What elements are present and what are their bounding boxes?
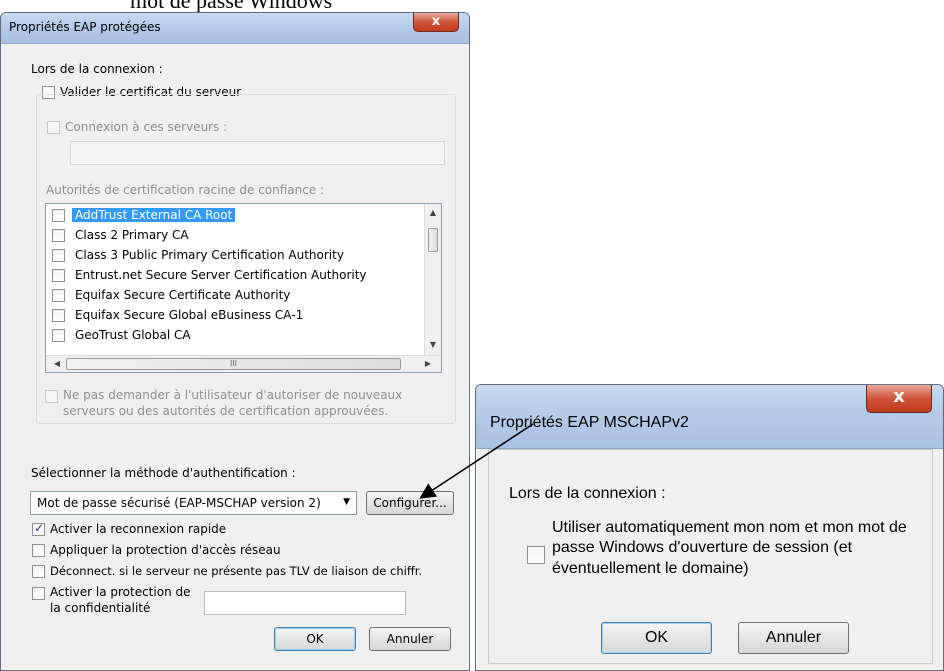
auth-method-value: Mot de passe sécurisé (EAP-MSCHAP versio… (37, 496, 321, 510)
scroll-right-icon[interactable]: ▶ (423, 359, 433, 368)
on-connect-label: Lors de la connexion : (31, 62, 163, 76)
trusted-roots-list[interactable]: AddTrust External CA Root Class 2 Primar… (45, 203, 442, 373)
cert-label: Equifax Secure Certificate Authority (75, 288, 291, 302)
eap-dialog-titlebar[interactable]: Propriétés EAP protégées x (1, 13, 469, 44)
auto-logon-label-line1: Utiliser automatiquement mon nom et mon … (552, 519, 907, 536)
auto-logon-label-line2: passe Windows d'ouverture de session (et (552, 539, 853, 556)
identity-input[interactable] (204, 591, 406, 615)
mschap-on-connect-label: Lors de la connexion : (509, 485, 666, 502)
cert-checkbox[interactable] (52, 209, 65, 222)
vscroll-thumb[interactable] (428, 228, 438, 252)
cert-label: Entrust.net Secure Server Certification … (75, 268, 367, 282)
disconnect-tlv-checkbox[interactable] (32, 565, 45, 578)
cert-label: GeoTrust Global CA (75, 328, 191, 342)
eap-dialog-body: Lors de la connexion : Valider le certif… (9, 44, 461, 664)
mschap-dialog-body: Lors de la connexion : Utiliser automati… (488, 449, 933, 664)
close-icon: x (893, 386, 905, 407)
identity-privacy-label-line2: la confidentialité (50, 601, 151, 615)
no-prompt-label-line1: Ne pas demander à l'utilisateur d'autori… (63, 388, 403, 402)
cert-label: Class 2 Primary CA (75, 228, 189, 242)
cancel-button-label: Annuler (386, 632, 434, 646)
cert-checkbox[interactable] (52, 309, 65, 322)
ok-button[interactable]: OK (274, 627, 356, 651)
close-icon: x (431, 14, 441, 29)
disconnect-tlv-label: Déconnect. si le serveur ne présente pas… (50, 564, 423, 578)
ok-button-label: OK (306, 632, 324, 646)
cert-label: Equifax Secure Global eBusiness CA-1 (75, 308, 304, 322)
identity-privacy-checkbox[interactable] (32, 587, 45, 600)
no-prompt-checkbox[interactable] (45, 390, 58, 403)
nap-label: Appliquer la protection d'accès réseau (50, 543, 281, 557)
auto-logon-checkbox[interactable] (527, 546, 545, 564)
eap-dialog-title: Propriétés EAP protégées (9, 20, 161, 34)
nap-checkbox[interactable] (32, 544, 45, 557)
trusted-roots-label: Autorités de certification racine de con… (46, 183, 325, 197)
mschap-dialog-title: Propriétés EAP MSCHAPv2 (490, 414, 689, 431)
cert-checkbox[interactable] (52, 269, 65, 282)
eap-close-button[interactable]: x (413, 13, 459, 32)
mschapv2-properties-dialog: Propriétés EAP MSCHAPv2 x Lors de la con… (475, 384, 944, 671)
cert-list-hscrollbar[interactable]: ◀ III ▶ (46, 355, 441, 372)
connect-servers-checkbox[interactable] (47, 121, 60, 134)
cancel-button[interactable]: Annuler (369, 627, 451, 651)
cert-label: Class 3 Public Primary Certification Aut… (75, 248, 344, 262)
servers-input[interactable] (70, 141, 445, 165)
scroll-down-icon[interactable]: ▼ (425, 340, 441, 349)
identity-privacy-label-line1: Activer la protection de (50, 585, 191, 599)
cert-label: AddTrust External CA Root (72, 208, 236, 222)
cert-checkbox[interactable] (52, 249, 65, 262)
cert-checkbox[interactable] (52, 329, 65, 342)
auth-method-select[interactable]: Mot de passe sécurisé (EAP-MSCHAP versio… (30, 491, 357, 515)
connect-servers-label: Connexion à ces serveurs : (65, 120, 228, 134)
mschap-ok-button[interactable]: OK (601, 622, 712, 654)
mschap-cancel-button-label: Annuler (765, 629, 822, 646)
configure-button-label: Configurer... (373, 496, 447, 510)
cert-checkbox[interactable] (52, 289, 65, 302)
auth-method-label: Sélectionner la méthode d'authentificati… (31, 466, 296, 480)
eap-properties-dialog: Propriétés EAP protégées x Lors de la co… (0, 12, 470, 671)
cert-list-vscrollbar[interactable]: ▲ ▼ (424, 204, 441, 355)
scroll-left-icon[interactable]: ◀ (52, 359, 62, 368)
no-prompt-label-line2: serveurs ou des autorités de certificati… (63, 404, 389, 418)
chevron-down-icon: ▼ (343, 497, 350, 507)
scroll-up-icon[interactable]: ▲ (425, 208, 441, 217)
hscroll-thumb[interactable]: III (66, 358, 401, 370)
hscroll-grip-icon: III (229, 359, 238, 368)
mschap-dialog-titlebar[interactable]: Propriétés EAP MSCHAPv2 x (476, 385, 943, 449)
fast-reconnect-label: Activer la reconnexion rapide (50, 522, 227, 536)
mschap-close-button[interactable]: x (866, 385, 932, 413)
fast-reconnect-checkbox[interactable] (32, 521, 45, 536)
mschap-ok-button-label: OK (644, 629, 669, 646)
mschap-cancel-button[interactable]: Annuler (738, 622, 849, 654)
cert-checkbox[interactable] (52, 229, 65, 242)
configure-button[interactable]: Configurer... (366, 491, 454, 515)
auto-logon-label-line3: éventuellement le domaine) (552, 560, 749, 577)
